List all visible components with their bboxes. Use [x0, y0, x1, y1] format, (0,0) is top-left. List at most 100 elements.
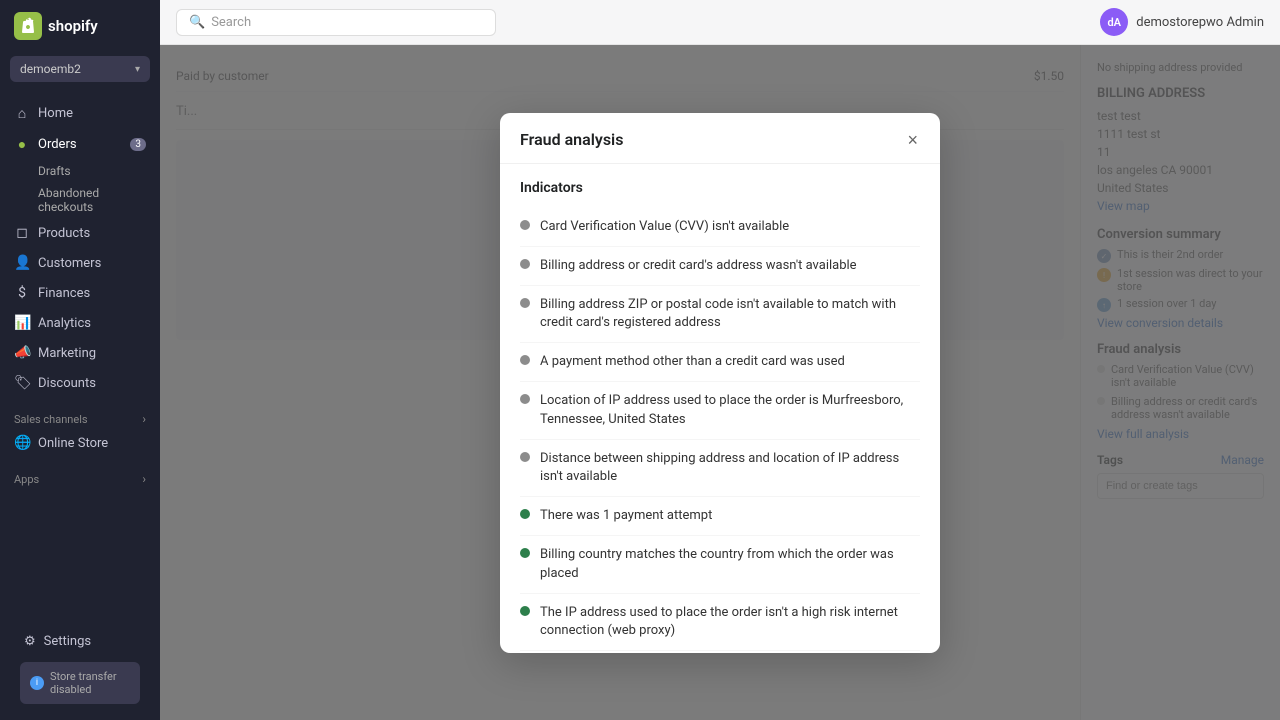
modal-close-button[interactable]: × [905, 129, 920, 151]
modal-body: Indicators Card Verification Value (CVV)… [500, 164, 940, 653]
sidebar-item-orders[interactable]: ● Orders 3 [0, 129, 160, 160]
indicator-6: There was 1 payment attempt [520, 497, 920, 536]
indicator-dot-6 [520, 509, 530, 519]
apps-header: Apps › [0, 466, 160, 488]
indicator-dot-7 [520, 548, 530, 558]
online-store-label: Online Store [38, 436, 108, 451]
marketing-icon: 📣 [14, 345, 30, 361]
sales-channels-label: Sales channels [14, 413, 88, 426]
store-transfer-notice: i Store transfer disabled [20, 662, 140, 704]
indicator-dot-8 [520, 606, 530, 616]
topbar: 🔍 Search dA demostorepwo Admin [160, 0, 1280, 45]
sidebar-item-abandoned-label: Abandoned checkouts [38, 186, 146, 214]
sales-channels-expand-icon: › [142, 412, 146, 426]
modal-overlay: Fraud analysis × Indicators Card Verific… [160, 45, 1280, 720]
indicator-text-4: Location of IP address used to place the… [540, 392, 920, 428]
indicator-dot-1 [520, 259, 530, 269]
online-store-icon: 🌐 [14, 435, 30, 451]
search-box[interactable]: 🔍 Search [176, 9, 496, 36]
sidebar-logo: shopify [0, 0, 160, 52]
shopify-wordmark: shopify [48, 17, 98, 35]
products-icon: ◻ [14, 225, 30, 241]
settings-label: Settings [44, 634, 91, 649]
content-area: Paid by customer $1.50 Ti... dA No shipp… [160, 45, 1280, 720]
sidebar-item-discounts-label: Discounts [38, 376, 96, 391]
indicator-text-3: A payment method other than a credit car… [540, 353, 845, 371]
indicator-dot-5 [520, 452, 530, 462]
indicators-heading: Indicators [520, 180, 920, 196]
search-icon: 🔍 [189, 15, 205, 30]
sidebar-item-home[interactable]: ⌂ Home [0, 98, 160, 129]
indicator-dot-4 [520, 394, 530, 404]
indicator-text-5: Distance between shipping address and lo… [540, 450, 920, 486]
sidebar-item-customers[interactable]: 👤 Customers [0, 248, 160, 278]
analytics-icon: 📊 [14, 315, 30, 331]
indicator-7: Billing country matches the country from… [520, 536, 920, 593]
sidebar-item-products-label: Products [38, 226, 90, 241]
indicator-8: The IP address used to place the order i… [520, 594, 920, 651]
store-selector[interactable]: demoemb2 ▾ [10, 56, 150, 82]
store-caret-icon: ▾ [135, 64, 140, 75]
search-placeholder: Search [211, 15, 251, 30]
user-name: demostorepwo Admin [1136, 15, 1264, 30]
store-name: demoemb2 [20, 62, 81, 76]
sales-channels-header: Sales channels › [0, 406, 160, 428]
main-area: 🔍 Search dA demostorepwo Admin Paid by c… [160, 0, 1280, 720]
home-icon: ⌂ [14, 105, 30, 122]
sidebar-item-orders-label: Orders [38, 137, 77, 152]
indicator-1: Billing address or credit card's address… [520, 247, 920, 286]
indicator-dot-2 [520, 298, 530, 308]
sidebar-item-abandoned[interactable]: Abandoned checkouts [38, 182, 160, 218]
finances-icon: $ [14, 285, 30, 301]
apps-label: Apps [14, 473, 39, 486]
orders-badge: 3 [130, 138, 146, 151]
indicator-3: A payment method other than a credit car… [520, 343, 920, 382]
sales-channels-section: Sales channels › 🌐 Online Store [0, 406, 160, 458]
indicator-2: Billing address ZIP or postal code isn't… [520, 286, 920, 343]
modal-header: Fraud analysis × [500, 113, 940, 164]
orders-sub-nav: Drafts Abandoned checkouts [0, 160, 160, 218]
sidebar-item-finances-label: Finances [38, 286, 90, 301]
orders-icon: ● [14, 136, 30, 153]
sidebar-item-settings[interactable]: ⚙ Settings [10, 627, 150, 656]
indicator-dot-0 [520, 220, 530, 230]
sidebar-item-drafts-label: Drafts [38, 164, 71, 178]
modal-title: Fraud analysis [520, 130, 623, 149]
sidebar-item-online-store[interactable]: 🌐 Online Store [0, 428, 160, 458]
indicator-text-8: The IP address used to place the order i… [540, 604, 920, 640]
user-info: dA demostorepwo Admin [1100, 8, 1264, 36]
settings-icon: ⚙ [24, 634, 36, 649]
indicator-text-0: Card Verification Value (CVV) isn't avai… [540, 218, 789, 236]
sidebar-item-analytics[interactable]: 📊 Analytics [0, 308, 160, 338]
indicator-0: Card Verification Value (CVV) isn't avai… [520, 208, 920, 247]
sidebar-footer: ⚙ Settings i Store transfer disabled [0, 617, 160, 720]
discounts-icon: 🏷 [14, 375, 30, 391]
indicator-text-7: Billing country matches the country from… [540, 546, 920, 582]
user-avatar: dA [1100, 8, 1128, 36]
indicator-text-6: There was 1 payment attempt [540, 507, 712, 525]
sidebar-item-finances[interactable]: $ Finances [0, 278, 160, 308]
indicator-5: Distance between shipping address and lo… [520, 440, 920, 497]
apps-expand-icon: › [142, 472, 146, 486]
info-icon: i [30, 676, 44, 690]
indicator-4: Location of IP address used to place the… [520, 382, 920, 439]
indicator-text-2: Billing address ZIP or postal code isn't… [540, 296, 920, 332]
fraud-analysis-modal: Fraud analysis × Indicators Card Verific… [500, 113, 940, 653]
customers-icon: 👤 [14, 255, 30, 271]
sidebar: shopify demoemb2 ▾ ⌂ Home ● Orders 3 Dra… [0, 0, 160, 720]
sidebar-item-home-label: Home [38, 106, 73, 121]
indicator-text-1: Billing address or credit card's address… [540, 257, 857, 275]
sidebar-item-marketing[interactable]: 📣 Marketing [0, 338, 160, 368]
apps-section: Apps › [0, 466, 160, 488]
sidebar-item-marketing-label: Marketing [38, 346, 96, 361]
shopify-bag-icon [14, 12, 42, 40]
sidebar-item-drafts[interactable]: Drafts [38, 160, 160, 182]
sidebar-item-customers-label: Customers [38, 256, 101, 271]
store-transfer-label: Store transfer disabled [50, 670, 130, 696]
sidebar-item-analytics-label: Analytics [38, 316, 91, 331]
sidebar-item-discounts[interactable]: 🏷 Discounts [0, 368, 160, 398]
sidebar-item-products[interactable]: ◻ Products [0, 218, 160, 248]
shopify-logo: shopify [14, 12, 98, 40]
main-nav: ⌂ Home ● Orders 3 Drafts Abandoned check… [0, 98, 160, 398]
indicator-dot-3 [520, 355, 530, 365]
